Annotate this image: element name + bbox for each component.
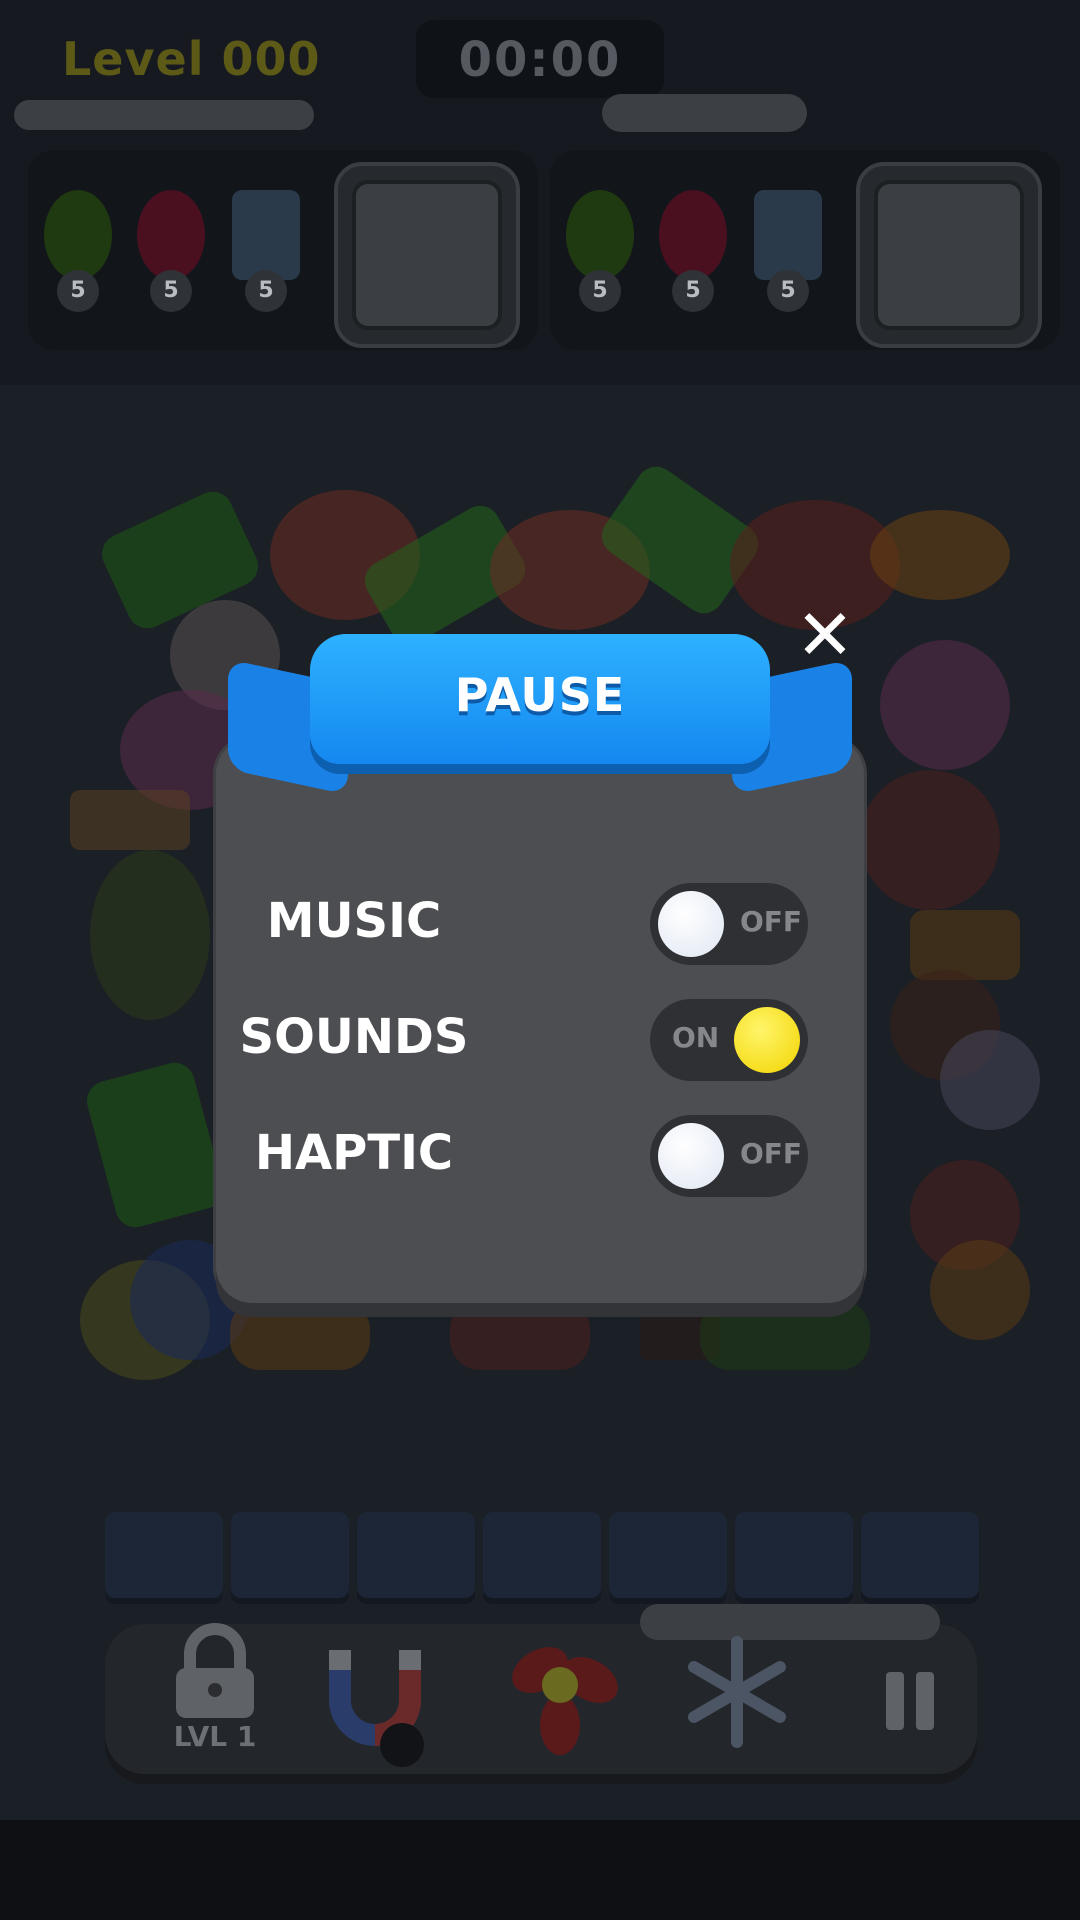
goal-count: 5 xyxy=(57,270,99,312)
haptic-toggle[interactable]: OFF xyxy=(650,1115,808,1197)
goal-count: 5 xyxy=(150,270,192,312)
toggle-state-label: ON xyxy=(672,1021,720,1054)
timer-text: 00:00 xyxy=(458,32,622,88)
tray-slot xyxy=(483,1512,601,1598)
snow-decoration xyxy=(602,94,807,132)
sounds-toggle[interactable]: ON xyxy=(650,999,808,1081)
toggle-state-label: OFF xyxy=(740,1137,803,1170)
goal-count: 5 xyxy=(767,270,809,312)
goal-item: 5 xyxy=(655,190,729,312)
watermelon-piece[interactable] xyxy=(860,770,1000,910)
toggle-state-label: OFF xyxy=(740,905,803,938)
leaf-icon xyxy=(566,190,634,280)
locked-booster-button[interactable]: LVL 1 xyxy=(150,1620,280,1770)
cantaloupe-piece[interactable] xyxy=(870,510,1010,600)
freeze-booster-button[interactable] xyxy=(672,1620,802,1770)
setting-label-sounds: SOUNDS xyxy=(239,1009,469,1065)
setting-label-haptic: HAPTIC xyxy=(254,1125,454,1181)
watermelon-piece[interactable] xyxy=(450,1300,590,1370)
toggle-knob xyxy=(658,1123,724,1189)
tray-slot xyxy=(105,1512,223,1598)
timer: 00:00 xyxy=(416,20,664,98)
goal-item: 5 xyxy=(40,190,114,312)
goal-item: 5 xyxy=(750,190,824,312)
cookie-piece[interactable] xyxy=(930,1240,1030,1340)
cake-slice-icon xyxy=(232,190,300,280)
leaf-icon xyxy=(44,190,112,280)
title-ribbon: PAUSE xyxy=(310,634,770,764)
cake-slice-icon xyxy=(754,190,822,280)
setting-label-music: MUSIC xyxy=(266,893,442,949)
melon-piece[interactable] xyxy=(90,850,210,1020)
goal-item: 5 xyxy=(562,190,636,312)
lock-level-label: LVL 1 xyxy=(173,1720,257,1753)
dialog-title: PAUSE xyxy=(454,668,626,722)
pause-button[interactable] xyxy=(860,1620,960,1770)
goal-count: 5 xyxy=(672,270,714,312)
footer xyxy=(0,1820,1080,1920)
lock-icon xyxy=(176,1623,254,1718)
melon-piece[interactable] xyxy=(700,1300,870,1370)
tray-slot xyxy=(231,1512,349,1598)
goal-slot xyxy=(856,162,1042,348)
tray-slot xyxy=(357,1512,475,1598)
close-icon: ✕ xyxy=(795,594,855,676)
tray-slot xyxy=(735,1512,853,1598)
goal-count: 5 xyxy=(245,270,287,312)
churro-piece[interactable] xyxy=(910,910,1020,980)
goal-slot xyxy=(334,162,520,348)
toggle-knob xyxy=(734,1007,800,1073)
tray-slot xyxy=(609,1512,727,1598)
snow-decoration xyxy=(14,100,314,130)
goal-item: 5 xyxy=(228,190,302,312)
header: Level 000 00:00 5 5 5 5 5 5 xyxy=(0,0,1080,385)
beet-icon xyxy=(659,190,727,280)
fan-icon xyxy=(512,1647,618,1755)
ball-piece[interactable] xyxy=(940,1030,1040,1130)
goal-panel-2: 5 5 5 xyxy=(550,150,1060,350)
donut-piece[interactable] xyxy=(880,640,1010,770)
tray-slot xyxy=(861,1512,979,1598)
donut-piece[interactable] xyxy=(230,1300,370,1370)
beet-icon xyxy=(137,190,205,280)
goal-count: 5 xyxy=(579,270,621,312)
music-toggle[interactable]: OFF xyxy=(650,883,808,965)
magnet-icon xyxy=(329,1650,424,1767)
close-button[interactable]: ✕ xyxy=(790,600,860,670)
churro-piece[interactable] xyxy=(70,790,190,850)
toggle-knob xyxy=(658,891,724,957)
goal-panel-1: 5 5 5 xyxy=(28,150,538,350)
game-scene: Level 000 00:00 5 5 5 5 5 5 LVL 1 PAUSE … xyxy=(0,0,1080,1920)
pause-icon xyxy=(886,1672,934,1730)
snowflake-icon xyxy=(688,1636,786,1748)
magnet-booster-button[interactable] xyxy=(310,1620,440,1770)
level-title: Level 000 xyxy=(62,32,321,86)
fan-booster-button[interactable] xyxy=(490,1620,620,1770)
goal-item: 5 xyxy=(133,190,207,312)
